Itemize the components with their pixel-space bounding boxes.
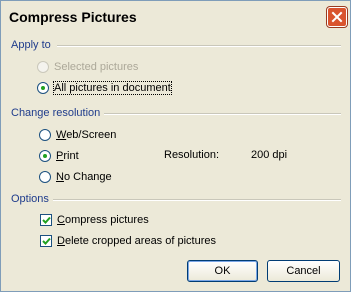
- radio-label: No Change: [56, 171, 112, 183]
- resolution-value: 200 dpi: [251, 149, 288, 161]
- radio-button[interactable]: [39, 129, 51, 141]
- radio-button[interactable]: [39, 171, 51, 183]
- checkbox-label: Delete cropped areas of pictures: [57, 235, 216, 247]
- ok-button[interactable]: OK: [187, 260, 258, 282]
- close-icon: [331, 11, 343, 23]
- checkbox[interactable]: [40, 214, 52, 226]
- radio-label: Print: [56, 150, 79, 162]
- radio-button[interactable]: [39, 150, 51, 162]
- dialog-window: Compress Pictures Apply to Selected pict…: [0, 0, 351, 292]
- change-resolution-heading: Change resolution: [11, 107, 101, 119]
- radio-selected-pictures[interactable]: Selected pictures: [37, 59, 138, 75]
- radio-web-screen[interactable]: Web/Screen: [39, 127, 116, 143]
- radio-label: Selected pictures: [54, 61, 139, 73]
- checkbox-delete-cropped[interactable]: Delete cropped areas of pictures: [40, 233, 216, 249]
- radio-button[interactable]: [37, 61, 49, 73]
- title-bar[interactable]: Compress Pictures: [2, 2, 349, 32]
- checkbox-compress-pictures[interactable]: Compress pictures: [40, 212, 149, 228]
- resolution-label: Resolution:: [164, 149, 220, 161]
- radio-label: All pictures in document: [53, 81, 172, 95]
- radio-button[interactable]: [37, 82, 49, 94]
- dialog-title: Compress Pictures: [9, 9, 137, 25]
- checkbox[interactable]: [40, 235, 52, 247]
- cancel-button[interactable]: Cancel: [267, 260, 340, 282]
- radio-print[interactable]: Print: [39, 148, 79, 164]
- checkmark-icon: [42, 216, 51, 224]
- divider: [53, 199, 341, 201]
- radio-label: Web/Screen: [56, 129, 117, 141]
- divider: [104, 113, 341, 115]
- apply-to-heading: Apply to: [11, 39, 51, 51]
- checkmark-icon: [42, 237, 51, 245]
- radio-all-pictures[interactable]: All pictures in document: [37, 80, 172, 96]
- options-heading: Options: [11, 193, 49, 205]
- radio-no-change[interactable]: No Change: [39, 169, 112, 185]
- close-button[interactable]: [327, 7, 347, 27]
- divider: [57, 45, 341, 47]
- checkbox-label: Compress pictures: [57, 214, 149, 226]
